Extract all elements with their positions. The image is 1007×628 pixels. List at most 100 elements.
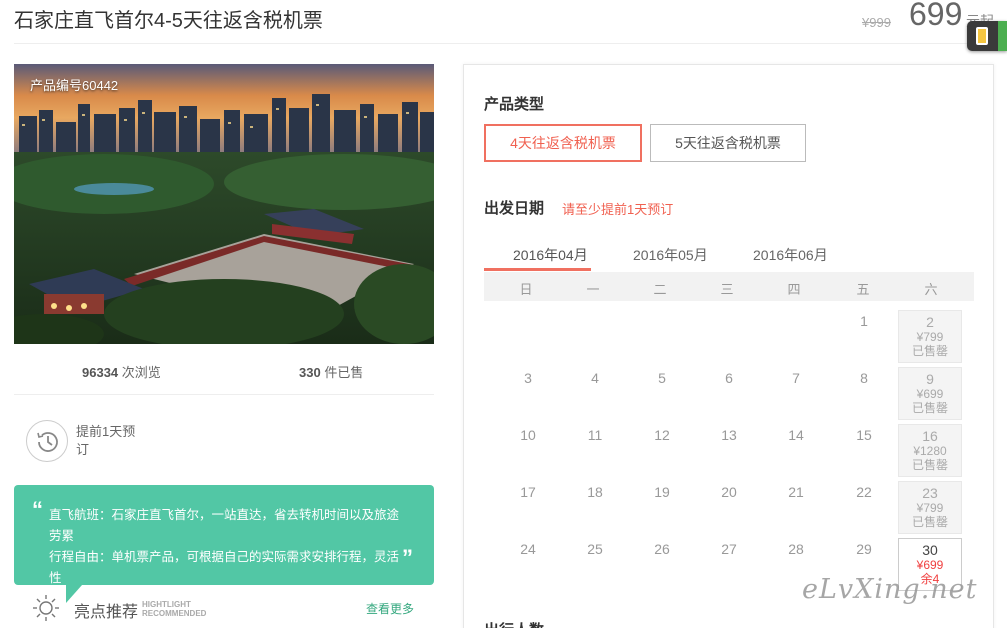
calendar-day-price: ¥799 xyxy=(916,501,944,515)
description-bubble: “ 直飞航班：石家庄直飞首尔，一站直达，省去转机时间以及旅途劳累 行程自由：单机… xyxy=(14,485,434,603)
views-label: 次浏览 xyxy=(121,365,161,380)
product-photo[interactable]: 产品编号60442 xyxy=(14,64,434,344)
calendar-day-number: 15 xyxy=(856,427,872,443)
month-tab-may[interactable]: 2016年05月 xyxy=(633,245,708,265)
calendar-day-number: 28 xyxy=(788,541,804,557)
calendar-day: 19 xyxy=(630,481,694,534)
calendar-day-price: ¥699 xyxy=(916,387,944,401)
calendar-day-number: 21 xyxy=(788,484,804,500)
description-line-1: 直飞航班：石家庄直飞首尔，一站直达，省去转机时间以及旅途劳累 xyxy=(49,508,400,543)
calendar-day-number: 10 xyxy=(520,427,536,443)
calendar-day-status: 已售罄 xyxy=(911,458,948,472)
calendar-day: 26 xyxy=(630,538,694,591)
calendar-day-number: 13 xyxy=(721,427,737,443)
calendar-day: 10 xyxy=(496,424,560,477)
weekday-tue: 二 xyxy=(653,282,667,297)
weekday-mon: 一 xyxy=(586,282,600,297)
close-quote-icon: ” xyxy=(402,545,413,570)
calendar-day: 21 xyxy=(764,481,828,534)
product-title: 石家庄直飞首尔4-5天往返含税机票 xyxy=(14,10,323,32)
calendar-day-number: 24 xyxy=(520,541,536,557)
calendar-day: 6 xyxy=(697,367,761,420)
calendar-day: 11 xyxy=(563,424,627,477)
calendar-day xyxy=(764,310,828,363)
calendar-day xyxy=(563,310,627,363)
calendar-day xyxy=(630,310,694,363)
calendar-day-number: 26 xyxy=(654,541,670,557)
calendar-day: 13 xyxy=(697,424,761,477)
calendar-day: 16 ¥1280 已售罄 xyxy=(898,424,962,477)
product-type-label: 产品类型 xyxy=(484,96,545,113)
calendar-day: 2 ¥799 已售罄 xyxy=(898,310,962,363)
calendar-day-number: 5 xyxy=(658,370,666,386)
calendar-day-number: 17 xyxy=(520,484,536,500)
calendar-day-number: 16 xyxy=(922,428,938,444)
calendar-day-number: 23 xyxy=(922,485,938,501)
calendar-day: 25 xyxy=(563,538,627,591)
weekday-header: 日 一 二 三 四 五 六 xyxy=(484,272,974,301)
calendar-day-number: 27 xyxy=(721,541,737,557)
calendar-day: 15 xyxy=(832,424,896,477)
stats-divider xyxy=(14,394,434,395)
weekday-wed: 三 xyxy=(720,282,734,297)
month-tab-apr[interactable]: 2016年04月 xyxy=(513,245,588,265)
current-price: 699 xyxy=(909,0,963,32)
advance-booking-text: 提前1天预订 xyxy=(76,424,136,457)
departure-date-label: 出发日期 xyxy=(484,200,545,217)
calendar-day-price: ¥799 xyxy=(916,330,944,344)
clock-history-icon xyxy=(26,420,68,462)
seoul-palace-image xyxy=(14,64,434,344)
calendar-day-number: 14 xyxy=(788,427,804,443)
highlights-en-line-1: HIGHTLIGHT xyxy=(142,600,191,609)
calendar-day: 7 xyxy=(764,367,828,420)
calendar-day xyxy=(697,310,761,363)
calendar-day-number: 29 xyxy=(856,541,872,557)
calendar-day: 22 xyxy=(832,481,896,534)
type-option-4day[interactable]: 4天往返含税机票 xyxy=(484,124,642,162)
calendar-day-number: 12 xyxy=(654,427,670,443)
travelers-label: 出行人数 xyxy=(484,619,544,628)
calendar-day: 17 xyxy=(496,481,560,534)
description-line-2: 行程自由：单机票产品，可根据自己的实际需求安排行程，灵活性 xyxy=(49,550,400,585)
calendar-day: 18 xyxy=(563,481,627,534)
sun-icon xyxy=(33,595,59,621)
calendar-day-status: 已售罄 xyxy=(911,344,948,358)
calendar-day-price: ¥699 xyxy=(916,558,944,572)
calendar-day-number: 7 xyxy=(792,370,800,386)
highlights-en-label: HIGHTLIGHT RECOMMENDED xyxy=(142,600,206,618)
calendar-day: 1 xyxy=(832,310,896,363)
highlights-en-line-2: RECOMMENDED xyxy=(142,609,207,618)
status-bar xyxy=(998,21,1007,51)
calendar-day-number: 8 xyxy=(860,370,868,386)
calendar-day-number: 9 xyxy=(926,371,934,387)
usb-plug-icon xyxy=(976,27,988,45)
month-tab-jun[interactable]: 2016年06月 xyxy=(753,245,828,265)
calendar-day: 24 xyxy=(496,538,560,591)
site-watermark: eLvXing.net xyxy=(802,574,978,605)
calendar-day-number: 19 xyxy=(654,484,670,500)
calendar-day: 12 xyxy=(630,424,694,477)
active-month-indicator xyxy=(484,268,591,271)
view-more-link[interactable]: 查看更多 xyxy=(366,600,414,617)
calendar-day-number: 22 xyxy=(856,484,872,500)
sold-label: 件已售 xyxy=(324,365,364,380)
calendar-day: 8 xyxy=(832,367,896,420)
calendar-day: 3 xyxy=(496,367,560,420)
weekday-thu: 四 xyxy=(787,282,801,297)
calendar-day-status: 已售罄 xyxy=(911,515,948,529)
calendar-day: 14 xyxy=(764,424,828,477)
calendar-day: 23 ¥799 已售罄 xyxy=(898,481,962,534)
original-price: ¥999 xyxy=(862,15,891,30)
calendar-day-number: 11 xyxy=(587,427,603,443)
calendar-day-number: 25 xyxy=(587,541,603,557)
calendar-day-number: 20 xyxy=(721,484,737,500)
type-option-5day[interactable]: 5天往返含税机票 xyxy=(650,124,806,162)
product-page: 石家庄直飞首尔4-5天往返含税机票 ¥999 699 元起 xyxy=(0,0,1007,628)
browser-extension-widget[interactable] xyxy=(967,21,1007,51)
calendar-day: 5 xyxy=(630,367,694,420)
views-stat: 96334 次浏览 xyxy=(82,362,161,381)
views-count: 96334 xyxy=(82,365,119,380)
calendar-day: 9 ¥699 已售罄 xyxy=(898,367,962,420)
sold-stat: 330 件已售 xyxy=(299,362,363,381)
calendar-day-price: ¥1280 xyxy=(913,444,947,458)
